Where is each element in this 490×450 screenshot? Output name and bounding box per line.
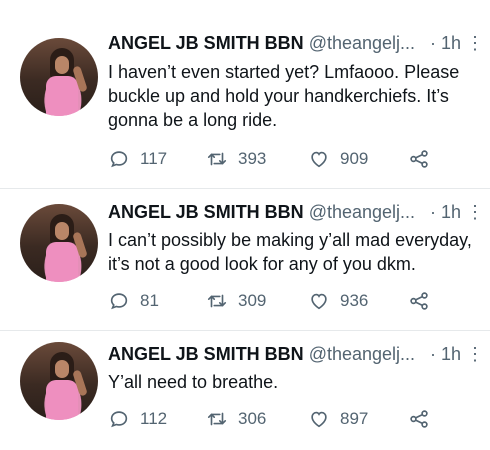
tweet[interactable]: ANGEL JB SMITH BBN @theangelj... · 1h ⋮ …	[0, 190, 490, 330]
avatar[interactable]	[20, 38, 98, 116]
tweet-text: I haven’t even started yet? Lmfaooo. Ple…	[108, 62, 460, 130]
share-button[interactable]	[408, 146, 440, 172]
display-name[interactable]: ANGEL JB SMITH BBN	[108, 344, 304, 364]
share-button[interactable]	[408, 288, 440, 314]
retweet-icon	[207, 294, 227, 308]
reply-count: 117	[140, 149, 168, 168]
like-count: 909	[340, 149, 369, 168]
like-count: 936	[340, 291, 369, 310]
reply-button[interactable]: 117	[108, 146, 167, 172]
tweet-header: ANGEL JB SMITH BBN @theangelj...	[108, 33, 415, 54]
more-options-icon[interactable]: ⋮	[466, 344, 485, 365]
retweet-button[interactable]: 306	[206, 406, 266, 432]
retweet-icon	[207, 152, 227, 166]
avatar[interactable]	[20, 342, 98, 420]
like-count: 897	[340, 409, 369, 428]
heart-icon	[311, 293, 327, 310]
retweet-icon	[207, 412, 227, 426]
tweet-actions: 112 306 897	[108, 406, 448, 432]
share-icon	[410, 292, 428, 310]
share-icon	[410, 150, 428, 168]
share-icon	[410, 410, 428, 428]
tweet-time[interactable]: · 1h	[430, 344, 461, 365]
reply-button[interactable]: 81	[108, 288, 159, 314]
comment-icon	[110, 411, 128, 428]
more-options-icon[interactable]: ⋮	[466, 33, 485, 54]
heart-icon	[311, 411, 327, 428]
more-options-icon[interactable]: ⋮	[466, 202, 485, 223]
tweet-header: ANGEL JB SMITH BBN @theangelj...	[108, 202, 415, 223]
reply-count: 112	[140, 409, 168, 428]
avatar[interactable]	[20, 204, 98, 282]
tweet[interactable]: ANGEL JB SMITH BBN @theangelj... · 1h ⋮ …	[0, 0, 490, 188]
user-handle[interactable]: @theangelj...	[309, 33, 415, 53]
user-handle[interactable]: @theangelj...	[309, 344, 415, 364]
like-button[interactable]: 936	[308, 288, 368, 314]
tweet-actions: 81 309 936	[108, 288, 448, 314]
retweet-count: 393	[238, 149, 267, 168]
tweet[interactable]: ANGEL JB SMITH BBN @theangelj... · 1h ⋮ …	[0, 332, 490, 450]
tweet-time[interactable]: · 1h	[430, 33, 461, 54]
tweet-divider	[0, 330, 490, 331]
like-button[interactable]: 909	[308, 146, 368, 172]
user-handle[interactable]: @theangelj...	[309, 202, 415, 222]
retweet-count: 306	[238, 409, 267, 428]
tweet-time[interactable]: · 1h	[430, 202, 461, 223]
retweet-button[interactable]: 309	[206, 288, 266, 314]
tweet-header: ANGEL JB SMITH BBN @theangelj...	[108, 344, 415, 365]
retweet-button[interactable]: 393	[206, 146, 266, 172]
tweet-text: Y’all need to breathe.	[108, 372, 279, 392]
display-name[interactable]: ANGEL JB SMITH BBN	[108, 33, 304, 53]
retweet-count: 309	[238, 291, 267, 310]
tweet-actions: 117 393 909	[108, 146, 448, 172]
comment-icon	[110, 151, 128, 168]
like-button[interactable]: 897	[308, 406, 368, 432]
tweet-text: I can’t possibly be making y’all mad eve…	[108, 230, 472, 274]
comment-icon	[110, 293, 128, 310]
heart-icon	[311, 151, 327, 168]
tweet-divider	[0, 188, 490, 189]
reply-count: 81	[140, 291, 159, 310]
reply-button[interactable]: 112	[108, 406, 167, 432]
share-button[interactable]	[408, 406, 440, 432]
display-name[interactable]: ANGEL JB SMITH BBN	[108, 202, 304, 222]
